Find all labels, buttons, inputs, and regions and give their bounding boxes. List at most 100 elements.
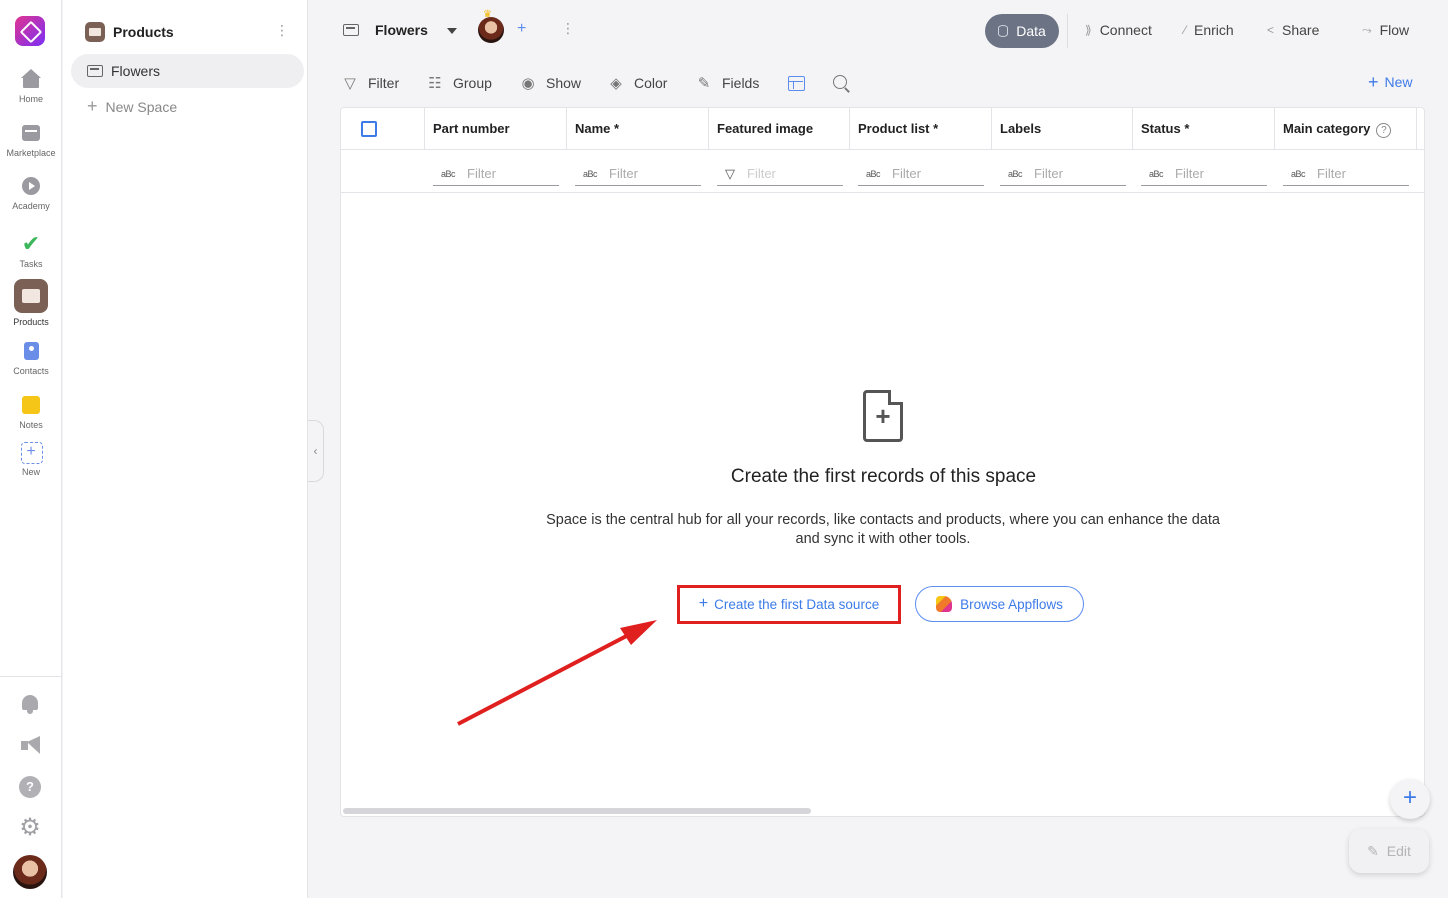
create-data-source-button[interactable]: + Create the first Data source <box>682 589 896 619</box>
database-icon <box>998 25 1009 37</box>
new-space-button[interactable]: + New Space <box>87 96 177 117</box>
column-filter-input[interactable]: aBc Filter <box>433 162 559 186</box>
home-icon <box>20 68 42 90</box>
new-label: New <box>1384 74 1413 90</box>
edit-button[interactable]: ✎ Edit <box>1349 829 1429 873</box>
column-filter-input[interactable]: aBc Filter <box>575 162 701 186</box>
connect-label: Connect <box>1099 22 1152 38</box>
space-selector[interactable]: Flowers <box>343 22 428 38</box>
space-item-flowers[interactable]: Flowers <box>71 54 304 88</box>
show-button[interactable]: ◉ Show <box>518 74 581 92</box>
rail-item-contacts[interactable]: Contacts <box>0 340 62 376</box>
caret-down-icon[interactable] <box>447 28 457 34</box>
text-type-icon: aBc <box>1291 168 1306 179</box>
owner-avatar[interactable] <box>478 17 504 43</box>
rail-item-academy[interactable]: Academy <box>0 175 62 211</box>
space-name: Flowers <box>375 22 428 38</box>
browse-appflows-button[interactable]: Browse Appflows <box>915 586 1084 622</box>
rail-item-label: Products <box>13 317 49 327</box>
column-header[interactable]: Product list * <box>850 108 992 150</box>
empty-state-description: Space is the central hub for all your re… <box>546 512 1220 547</box>
pencil-icon: ✎ <box>1367 842 1379 859</box>
column-header[interactable]: Status * <box>1133 108 1275 150</box>
layout-icon[interactable] <box>788 76 805 91</box>
fields-icon: ✎ <box>697 75 711 92</box>
rail-item-new[interactable]: New <box>0 441 62 477</box>
fields-button[interactable]: ✎ Fields <box>694 74 760 92</box>
products-icon <box>85 22 105 42</box>
rail-item-notes[interactable]: Notes <box>0 394 62 430</box>
connect-tab[interactable]: ⟫ Connect <box>1085 22 1152 38</box>
filter-placeholder: Filter <box>1317 166 1346 181</box>
column-header[interactable]: Labels <box>992 108 1133 150</box>
share-tab[interactable]: < Share <box>1267 22 1319 38</box>
horizontal-scrollbar[interactable] <box>343 808 811 814</box>
check-icon: ✔ <box>21 231 41 256</box>
app-logo-icon[interactable] <box>15 16 45 46</box>
bell-icon[interactable] <box>19 693 41 715</box>
filter-label: Filter <box>368 75 400 91</box>
panel-menu-icon[interactable]: ⋮ <box>275 22 289 39</box>
fields-label: Fields <box>722 75 760 91</box>
topbar-divider <box>1067 14 1068 48</box>
enrich-tab[interactable]: ⁄ Enrich <box>1184 22 1234 38</box>
column-filter-input[interactable]: aBc Filter <box>1283 162 1409 186</box>
text-type-icon: aBc <box>1008 168 1023 179</box>
data-tab[interactable]: Data <box>985 14 1059 48</box>
color-button[interactable]: ◈ Color <box>606 74 667 92</box>
rail-item-label: New <box>21 467 40 477</box>
plus-icon: + <box>698 595 709 612</box>
text-type-icon: aBc <box>1149 168 1164 179</box>
column-header[interactable]: Name * <box>567 108 709 150</box>
rail-item-home[interactable]: Home <box>0 68 62 104</box>
column-header[interactable]: Featured image <box>709 108 850 150</box>
play-icon <box>20 175 42 197</box>
rail-item-tasks[interactable]: ✔ Tasks <box>0 231 62 270</box>
rail-divider <box>0 676 62 677</box>
column-filter-input[interactable]: aBc Filter <box>1141 162 1267 186</box>
column-filter-input[interactable]: ▽ Filter <box>717 162 843 186</box>
space-menu-icon[interactable]: ⋮ <box>561 20 575 37</box>
gear-icon[interactable]: ⚙ <box>19 816 41 840</box>
collapse-panel-button[interactable]: ‹ <box>308 420 324 482</box>
rail-item-label: Home <box>18 94 43 104</box>
rail-item-marketplace[interactable]: Marketplace <box>0 122 62 158</box>
create-data-source-label: Create the first Data source <box>714 596 880 612</box>
help-circle-icon[interactable]: ? <box>1376 123 1392 138</box>
avatar[interactable] <box>13 855 47 889</box>
text-type-icon: aBc <box>441 168 456 179</box>
flow-tab[interactable]: ⤳ Flow <box>1362 22 1409 38</box>
panel-title: Products <box>113 24 174 40</box>
column-filter-input[interactable]: aBc Filter <box>1000 162 1126 186</box>
column-filter-input[interactable]: aBc Filter <box>858 162 984 186</box>
rail-item-label: Marketplace <box>6 148 56 158</box>
eye-icon: ◉ <box>521 75 535 92</box>
column-header[interactable]: Part number <box>425 108 567 150</box>
box-icon <box>87 65 103 77</box>
select-all-checkbox[interactable] <box>361 121 377 137</box>
filter-button[interactable]: ▽ Filter <box>340 74 399 92</box>
group-button[interactable]: ☷ Group <box>425 74 492 92</box>
color-label: Color <box>634 75 668 91</box>
new-record-button[interactable]: + New <box>1368 73 1413 91</box>
help-icon[interactable]: ? <box>19 776 41 798</box>
app-rail: Home Marketplace Academy ✔ Tasks Product… <box>0 0 62 898</box>
products-icon <box>14 279 48 313</box>
chevron-left-icon: ‹ <box>313 444 318 458</box>
add-member-icon[interactable]: + <box>517 20 526 38</box>
browse-appflows-label: Browse Appflows <box>960 596 1063 612</box>
file-plus-icon <box>863 390 903 442</box>
share-icon: < <box>1267 23 1275 37</box>
megaphone-icon[interactable] <box>19 735 41 757</box>
rail-item-products[interactable]: Products <box>0 279 62 327</box>
records-table: Part number Name * Featured image Produc… <box>340 107 1425 817</box>
group-icon: ☷ <box>428 75 442 92</box>
filter-placeholder: Filter <box>467 166 496 181</box>
edit-label: Edit <box>1386 843 1411 859</box>
add-floating-button[interactable]: + <box>1390 779 1430 819</box>
filter-placeholder: Filter <box>609 166 638 181</box>
search-icon[interactable] <box>833 75 847 89</box>
marketplace-icon <box>20 122 42 144</box>
table-header: Part number Name * Featured image Produc… <box>341 108 1424 150</box>
column-header-main-category[interactable]: Main category? <box>1275 108 1417 150</box>
